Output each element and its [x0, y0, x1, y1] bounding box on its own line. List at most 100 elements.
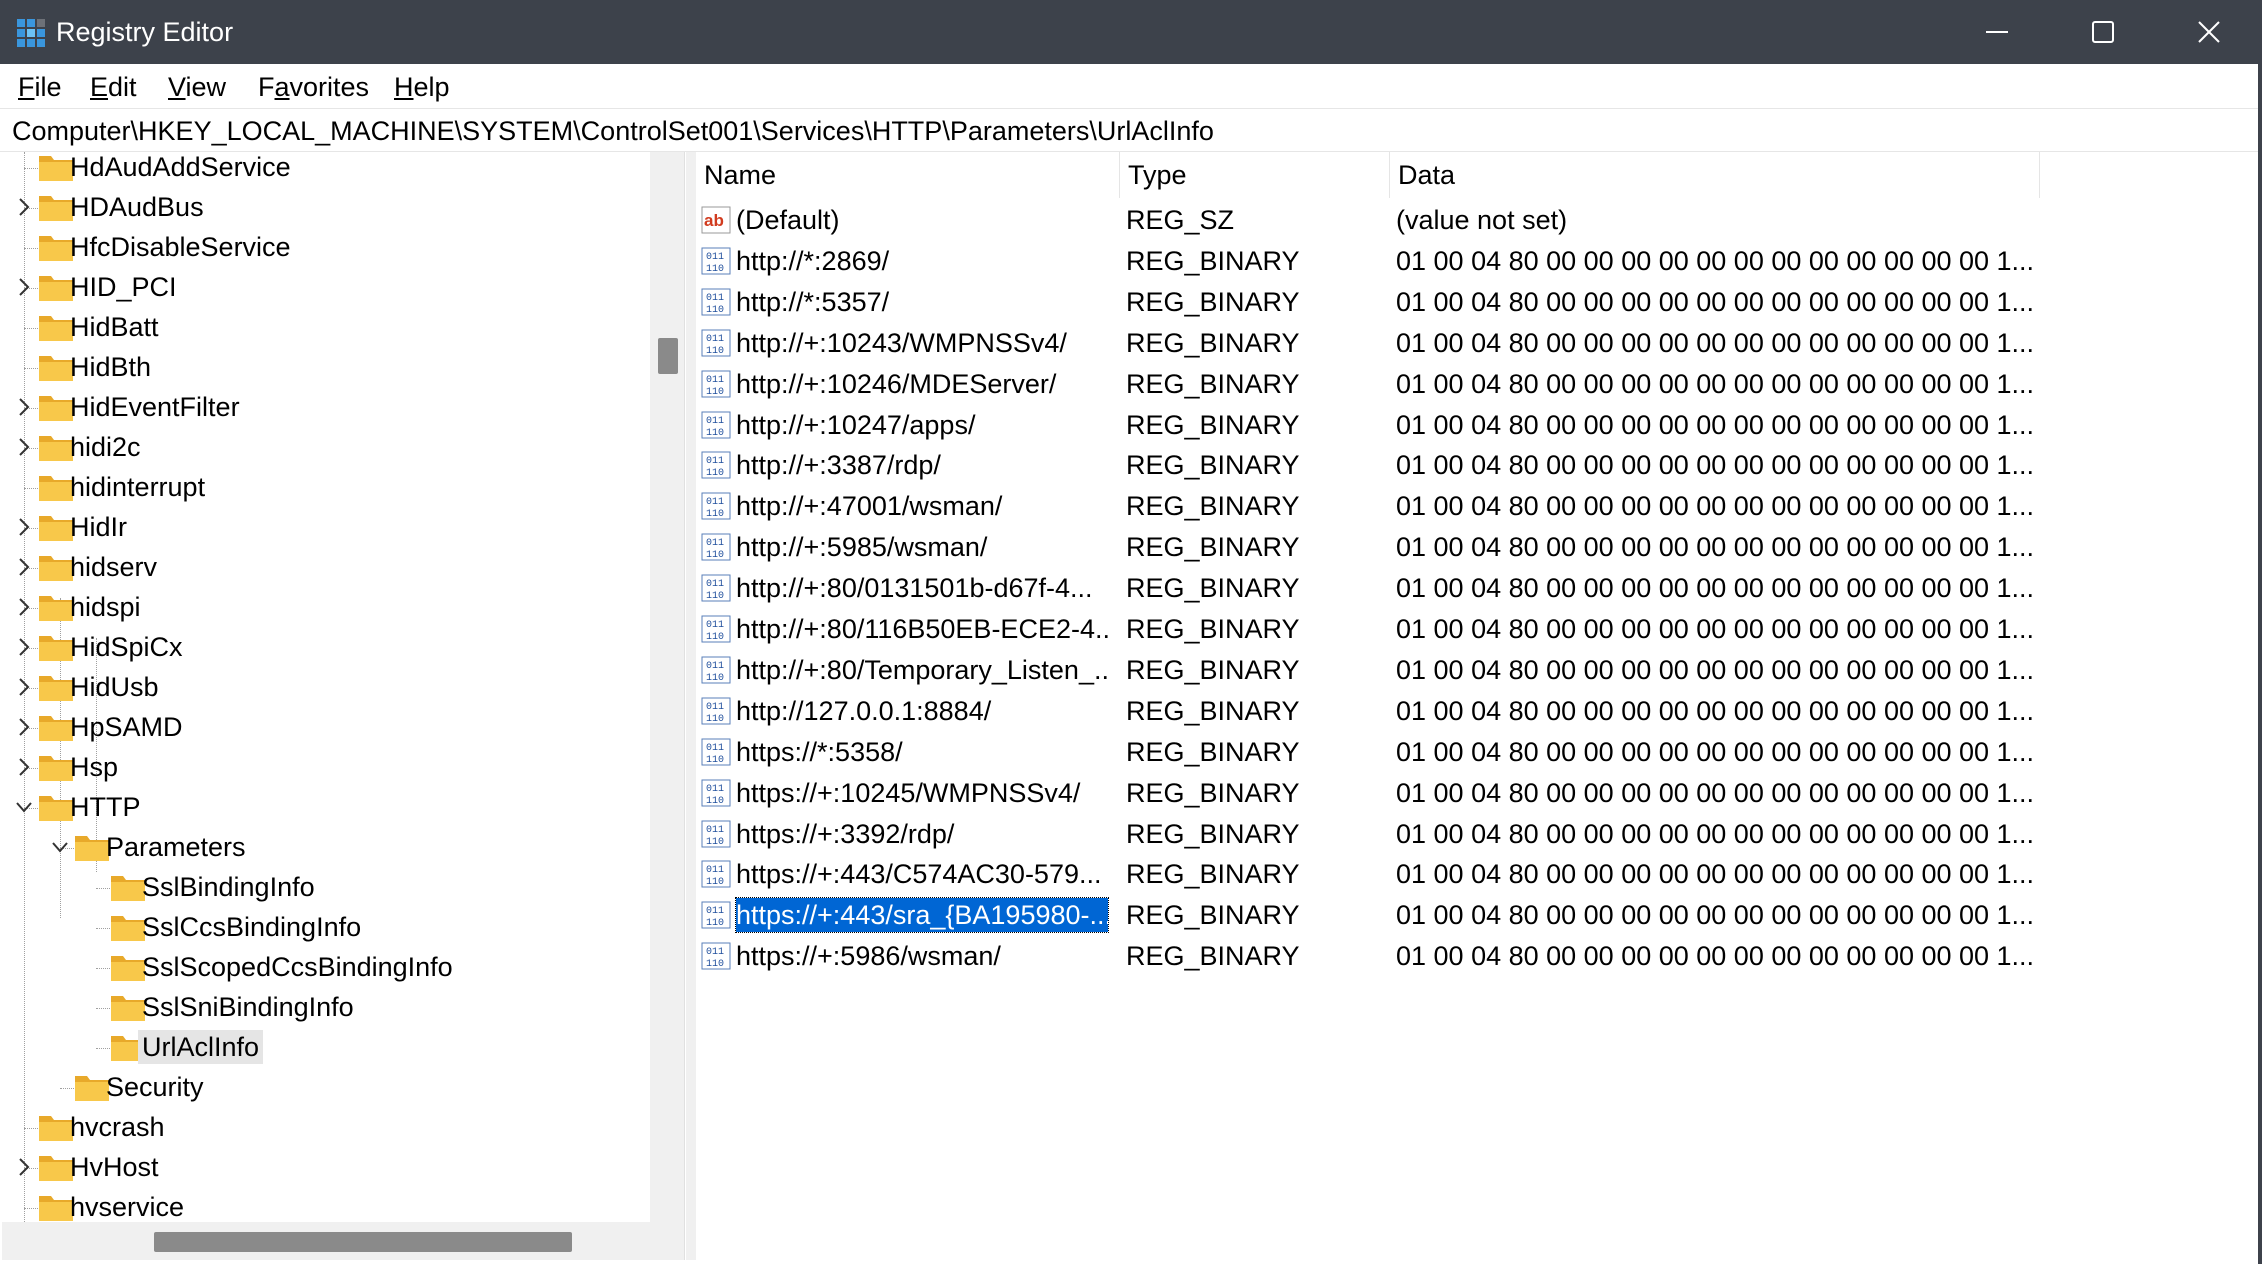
tree-node-hdaudbus[interactable]: HDAudBus — [2, 188, 648, 228]
expand-chevron-icon[interactable] — [14, 636, 34, 658]
tree-node-label: HDAudBus — [70, 192, 204, 222]
tree-node-hvcrash[interactable]: hvcrash — [2, 1108, 648, 1148]
menu-help[interactable]: Help — [394, 71, 450, 103]
tree-node-hvhost[interactable]: HvHost — [2, 1148, 648, 1188]
collapse-chevron-icon[interactable] — [50, 836, 70, 858]
tree-node-sslbindinginfo[interactable]: SslBindingInfo — [2, 868, 648, 908]
expand-chevron-icon[interactable] — [14, 716, 34, 738]
column-header-data[interactable]: Data — [1390, 152, 2040, 198]
address-path[interactable]: Computer\HKEY_LOCAL_MACHINE\SYSTEM\Contr… — [12, 115, 1214, 147]
value-row[interactable]: ab (Default) REG_SZ (value not set) — [696, 200, 2116, 241]
expand-chevron-icon[interactable] — [14, 1156, 34, 1178]
tree-node-hidi2c[interactable]: hidi2c — [2, 428, 648, 468]
value-type: REG_BINARY — [1126, 286, 1300, 317]
tree-vertical-scroll-thumb[interactable] — [658, 338, 678, 374]
tree-horizontal-scrollbar[interactable] — [2, 1222, 650, 1260]
value-data: 01 00 04 80 00 00 00 00 00 00 00 00 00 0… — [1396, 491, 2035, 522]
tree-node-urlaclinfo[interactable]: UrlAclInfo — [2, 1028, 648, 1068]
value-row[interactable]: 011 110 http://+:10246/MDEServer/REG_BINAR… — [696, 364, 2116, 405]
tree-node-hidinterrupt[interactable]: hidinterrupt — [2, 468, 648, 508]
value-row[interactable]: 011 110 https://+:5986/wsman/REG_BINARY 01 … — [696, 936, 2116, 977]
menu-favorites[interactable]: Favorites — [258, 71, 369, 103]
value-row[interactable]: 011 110 http://+:47001/wsman/REG_BINARY 01 … — [696, 486, 2116, 527]
value-row[interactable]: 011 110 http://+:3387/rdp/REG_BINARY 01 00 … — [696, 445, 2116, 486]
close-button[interactable] — [2156, 0, 2262, 64]
value-data: 01 00 04 80 00 00 00 00 00 00 00 00 00 0… — [1396, 245, 2035, 276]
tree-node-hdaudaddservice[interactable]: HdAudAddService — [2, 152, 648, 188]
tree-node-hidir[interactable]: HidIr — [2, 508, 648, 548]
column-header-type[interactable]: Type — [1120, 152, 1390, 198]
value-name: https://+:10245/WMPNSSv4/ — [736, 777, 1081, 808]
expand-chevron-icon[interactable] — [14, 196, 34, 218]
expand-chevron-icon[interactable] — [14, 756, 34, 778]
expand-chevron-icon[interactable] — [14, 556, 34, 578]
tree-node-label: Parameters — [106, 832, 246, 862]
tree-node-hidbatt[interactable]: HidBatt — [2, 308, 648, 348]
tree-node-hidspicx[interactable]: HidSpiCx — [2, 628, 648, 668]
value-row[interactable]: 011 110 https://+:443/sra_{BA195980-... REG… — [696, 895, 2116, 936]
value-row[interactable]: 011 110 http://*:5357/REG_BINARY 01 00 04 8… — [696, 282, 2116, 323]
value-row[interactable]: 011 110 http://+:80/Temporary_Listen_... RE… — [696, 650, 2116, 691]
tree-horizontal-scroll-thumb[interactable] — [154, 1232, 572, 1252]
value-row[interactable]: 011 110 http://*:2869/REG_BINARY 01 00 04 8… — [696, 241, 2116, 282]
tree-node-label: hvservice — [70, 1192, 185, 1222]
binary-value-icon: 011110 — [701, 779, 731, 807]
tree-node-sslsnibindinginfo[interactable]: SslSniBindingInfo — [2, 988, 648, 1028]
address-bar[interactable]: Computer\HKEY_LOCAL_MACHINE\SYSTEM\Contr… — [0, 108, 2258, 152]
value-row[interactable]: 011 110 http://+:80/0131501b-d67f-4... REG_… — [696, 568, 2116, 609]
expand-chevron-icon[interactable] — [14, 436, 34, 458]
menu-file[interactable]: File — [18, 71, 62, 103]
key-tree-pane[interactable]: HdAudAddService HDAudBus HfcDisableService… — [2, 152, 685, 1260]
value-row[interactable]: 011 110 http://127.0.0.1:8884/REG_BINARY 01… — [696, 691, 2116, 732]
value-row[interactable]: 011 110 https://+:3392/rdp/REG_BINARY 01 00… — [696, 814, 2116, 855]
tree-node-parameters[interactable]: Parameters — [2, 828, 648, 868]
column-header-name[interactable]: Name — [696, 152, 1120, 198]
tree-node-hidbth[interactable]: HidBth — [2, 348, 648, 388]
value-name: http://+:80/116B50EB-ECE2-4... — [736, 614, 1108, 644]
tree-node-hidserv[interactable]: hidserv — [2, 548, 648, 588]
tree-node-hpsamd[interactable]: HpSAMD — [2, 708, 648, 748]
value-row[interactable]: 011 110 http://+:80/116B50EB-ECE2-4... REG_… — [696, 609, 2116, 650]
binary-value-icon: 011110 — [701, 574, 731, 602]
value-row[interactable]: 011 110 https://*:5358/REG_BINARY 01 00 04 … — [696, 732, 2116, 773]
value-row[interactable]: 011 110 http://+:10247/apps/REG_BINARY 01 0… — [696, 405, 2116, 446]
value-row[interactable]: 011 110 https://+:10245/WMPNSSv4/REG_BINAR… — [696, 773, 2116, 814]
value-row[interactable]: 011 110 https://+:443/C574AC30-579... REG_B… — [696, 854, 2116, 895]
value-name: https://+:443/C574AC30-579... — [736, 859, 1102, 890]
value-data: 01 00 04 80 00 00 00 00 00 00 00 00 00 0… — [1396, 777, 2035, 808]
tree-node-hsp[interactable]: Hsp — [2, 748, 648, 788]
tree-node-http[interactable]: HTTP — [2, 788, 648, 828]
value-row[interactable]: 011 110 http://+:5985/wsman/REG_BINARY 01 0… — [696, 527, 2116, 568]
expand-chevron-icon[interactable] — [14, 676, 34, 698]
tree-node-label: HidBatt — [70, 312, 159, 342]
tree-node-label: HidBth — [70, 352, 152, 382]
tree-node-sslccsbindinginfo[interactable]: SslCcsBindingInfo — [2, 908, 648, 948]
tree-node-hfcdisableservice[interactable]: HfcDisableService — [2, 228, 648, 268]
pane-splitter[interactable] — [686, 152, 696, 1260]
tree-node-sslscopedccsbindinginfo[interactable]: SslScopedCcsBindingInfo — [2, 948, 648, 988]
expand-chevron-icon[interactable] — [14, 276, 34, 298]
values-list-pane[interactable]: Name Type Data ab (Default) REG_SZ (value n… — [696, 152, 2258, 1260]
tree-node-hideventfilter[interactable]: HidEventFilter — [2, 388, 648, 428]
value-name: https://+:5986/wsman/ — [736, 941, 1001, 972]
maximize-button[interactable] — [2050, 0, 2156, 64]
tree-node-label: HTTP — [70, 792, 141, 822]
tree-node-security[interactable]: Security — [2, 1068, 648, 1108]
expand-chevron-icon[interactable] — [14, 396, 34, 418]
tree-node-hidusb[interactable]: HidUsb — [2, 668, 648, 708]
minimize-button[interactable] — [1944, 0, 2050, 64]
tree-node-hidspi[interactable]: hidspi — [2, 588, 648, 628]
tree-node-hid-pci[interactable]: HID_PCI — [2, 268, 648, 308]
svg-text:011: 011 — [706, 497, 724, 508]
collapse-chevron-icon[interactable] — [14, 796, 34, 818]
tree-vertical-scrollbar[interactable] — [650, 152, 684, 1222]
value-row[interactable]: 011 110 http://+:10243/WMPNSSv4/REG_BINARY… — [696, 323, 2116, 364]
expand-chevron-icon[interactable] — [14, 596, 34, 618]
value-type: REG_BINARY — [1126, 245, 1300, 276]
menu-view[interactable]: View — [168, 71, 226, 103]
expand-chevron-icon[interactable] — [14, 516, 34, 538]
value-name: http://*:2869/ — [736, 245, 890, 276]
value-data: 01 00 04 80 00 00 00 00 00 00 00 00 00 0… — [1396, 654, 2035, 685]
svg-text:110: 110 — [706, 550, 724, 561]
menu-edit[interactable]: Edit — [90, 71, 137, 103]
